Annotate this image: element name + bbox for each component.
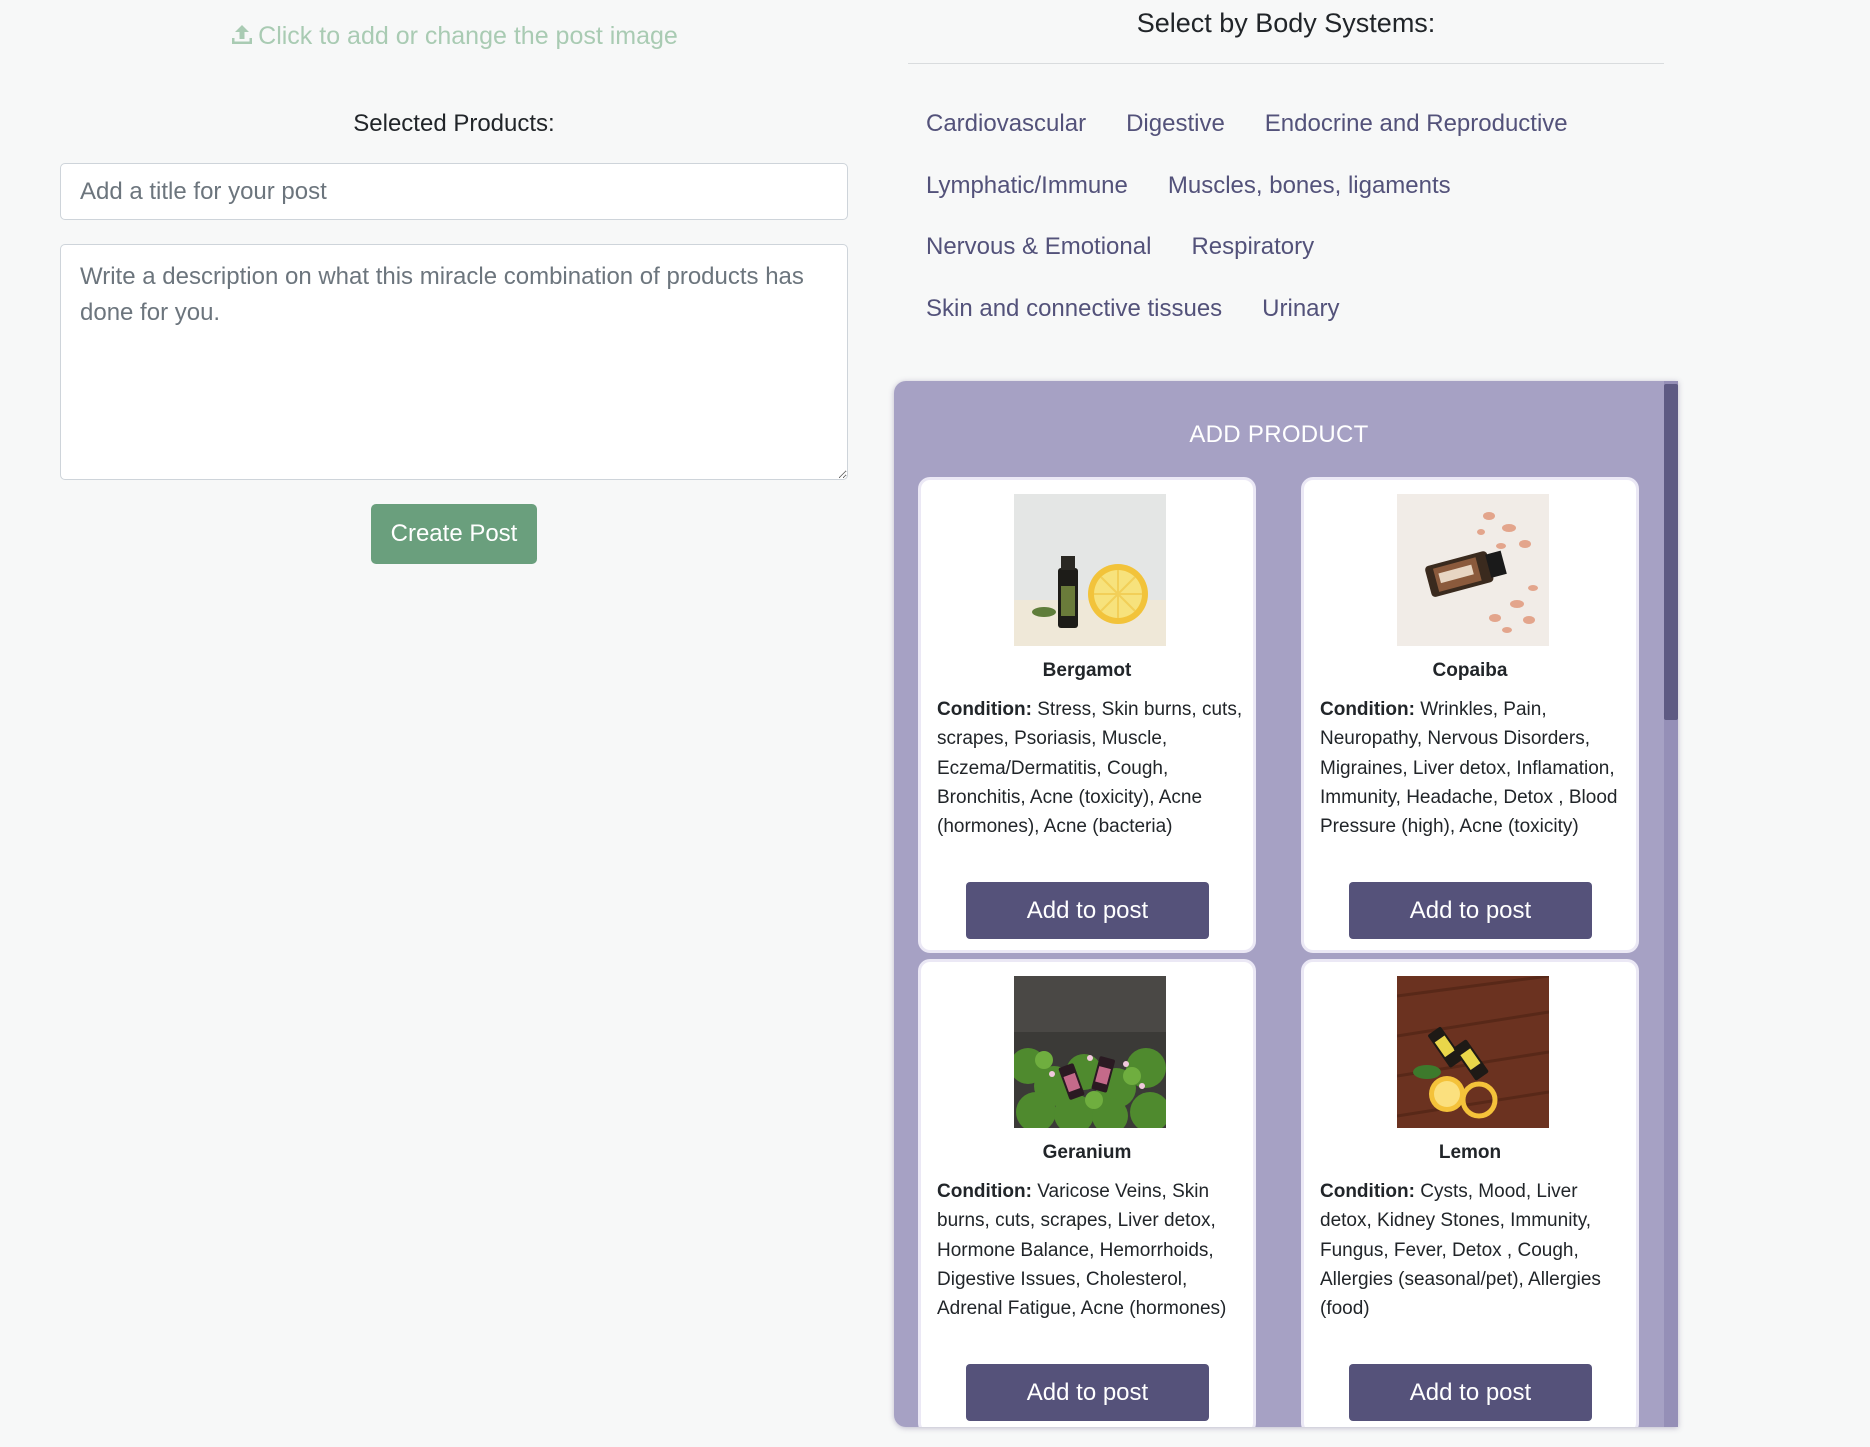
product-condition: Condition: Wrinkles, Pain, Neuropathy, N… <box>1320 695 1626 841</box>
body-system-digestive[interactable]: Digestive <box>1126 104 1225 144</box>
body-system-cardiovascular[interactable]: Cardiovascular <box>926 104 1086 144</box>
upload-icon <box>230 23 254 54</box>
condition-label: Condition: <box>1320 699 1415 720</box>
body-systems-row: Lymphatic/Immune Muscles, bones, ligament… <box>926 166 1646 228</box>
product-card-geranium: Geranium Condition: Varicose Veins, Skin… <box>918 959 1256 1427</box>
body-systems-list: Cardiovascular Digestive Endocrine and Rep… <box>926 104 1646 350</box>
panel-scrollbar-thumb[interactable] <box>1664 384 1678 720</box>
condition-label: Condition: <box>937 1181 1032 1202</box>
product-condition: Condition: Stress, Skin burns, cuts, scr… <box>937 695 1243 841</box>
panel-scrollbar[interactable] <box>1664 381 1678 1427</box>
panel-title: ADD PRODUCT <box>1189 421 1369 448</box>
condition-label: Condition: <box>1320 1181 1415 1202</box>
product-condition: Condition: Varicose Veins, Skin burns, c… <box>937 1177 1243 1323</box>
divider <box>908 63 1664 64</box>
body-systems-row: Skin and connective tissues Urinary <box>926 289 1646 351</box>
add-to-post-button[interactable]: Add to post <box>966 1364 1209 1421</box>
upload-label: Click to add or change the post image <box>258 22 678 50</box>
body-systems-row: Nervous & Emotional Respiratory <box>926 227 1646 289</box>
body-system-skin[interactable]: Skin and connective tissues <box>926 289 1222 329</box>
body-system-urinary[interactable]: Urinary <box>1262 289 1339 329</box>
product-image-lemon <box>1397 976 1549 1128</box>
product-image-copaiba <box>1397 494 1549 646</box>
product-name: Geranium <box>1042 1142 1132 1163</box>
selected-products-label: Selected Products: <box>353 110 555 137</box>
body-systems-row: Cardiovascular Digestive Endocrine and Rep… <box>926 104 1646 166</box>
body-system-endocrine-reproductive[interactable]: Endocrine and Reproductive <box>1265 104 1568 144</box>
add-to-post-button[interactable]: Add to post <box>1349 882 1592 939</box>
post-title-input[interactable] <box>60 163 848 220</box>
product-condition: Condition: Cysts, Mood, Liver detox, Kid… <box>1320 1177 1626 1323</box>
body-system-muscles-bones[interactable]: Muscles, bones, ligaments <box>1168 166 1451 206</box>
product-name: Copaiba <box>1432 660 1508 681</box>
product-name: Lemon <box>1438 1142 1502 1163</box>
condition-label: Condition: <box>937 699 1032 720</box>
post-description-input[interactable] <box>60 244 848 480</box>
add-to-post-button[interactable]: Add to post <box>1349 1364 1592 1421</box>
product-image-bergamot <box>1014 494 1166 646</box>
body-systems-title: Select by Body Systems: <box>1136 8 1436 38</box>
product-card-lemon: Lemon Condition: Cysts, Mood, Liver deto… <box>1301 959 1639 1427</box>
create-post-button[interactable]: Create Post <box>371 504 537 564</box>
upload-image-link[interactable]: Click to add or change the post image <box>60 22 848 54</box>
product-image-geranium <box>1014 976 1166 1128</box>
add-product-panel: ADD PRODUCT Bergamot Condition: Stress, … <box>894 381 1678 1427</box>
body-system-lymphatic-immune[interactable]: Lymphatic/Immune <box>926 166 1128 206</box>
create-post-page: Click to add or change the post image Se… <box>0 0 1870 1447</box>
body-system-nervous-emotional[interactable]: Nervous & Emotional <box>926 227 1151 267</box>
product-card-copaiba: Copaiba Condition: Wrinkles, Pain, Neuro… <box>1301 477 1639 953</box>
product-card-bergamot: Bergamot Condition: Stress, Skin burns, … <box>918 477 1256 953</box>
product-name: Bergamot <box>1042 660 1132 681</box>
body-system-respiratory[interactable]: Respiratory <box>1191 227 1314 267</box>
add-to-post-button[interactable]: Add to post <box>966 882 1209 939</box>
